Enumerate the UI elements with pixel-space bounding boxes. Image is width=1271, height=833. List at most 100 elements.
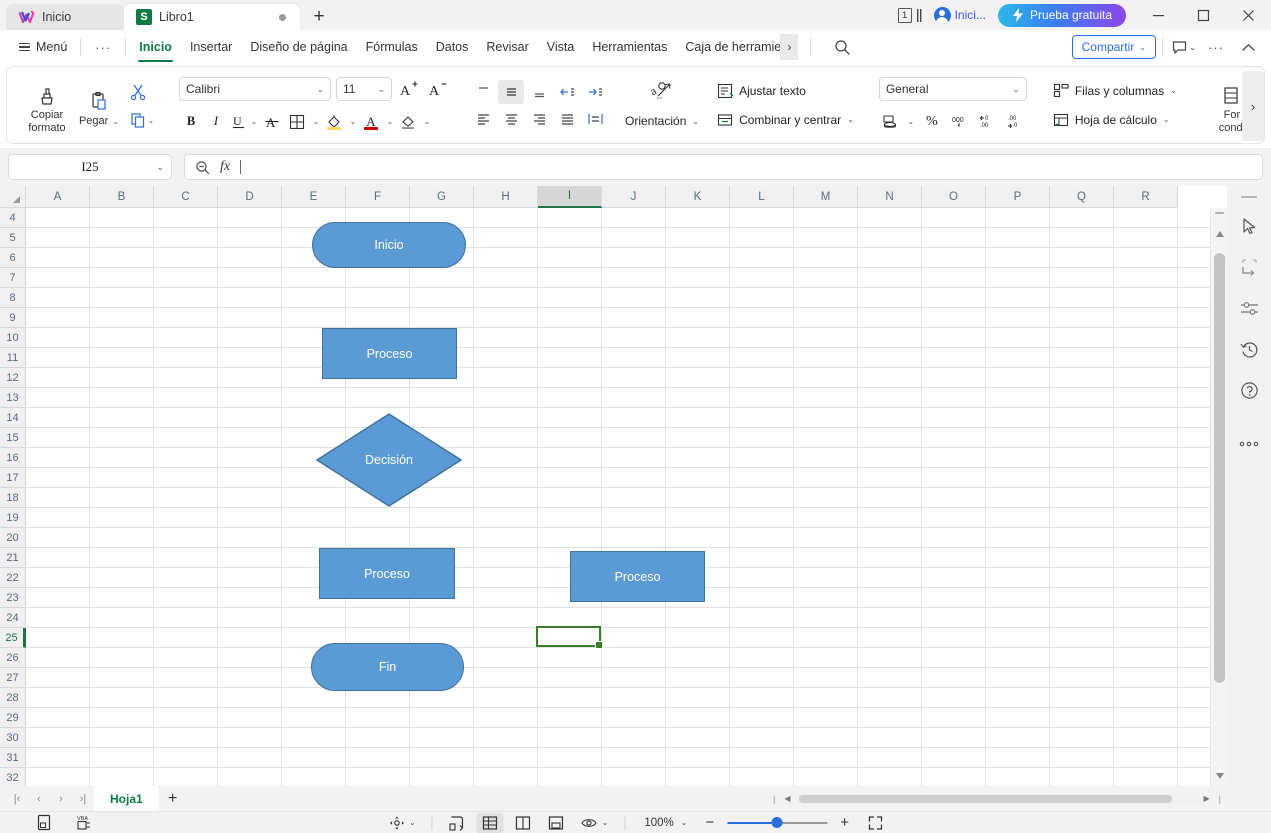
tab-vista[interactable]: Vista xyxy=(538,31,584,63)
increase-decimal-button[interactable]: 0 .00 xyxy=(976,110,1000,133)
font-color-button[interactable]: A xyxy=(359,110,383,133)
row-header-24[interactable]: 24 xyxy=(0,608,26,628)
page-setup-icon[interactable]: ⌄ xyxy=(383,813,421,833)
window-count-button[interactable]: 1 xyxy=(892,0,928,30)
row-header-25[interactable]: 25 xyxy=(0,628,26,648)
freeze-panes-icon[interactable] xyxy=(444,813,471,833)
row-header-12[interactable]: 12 xyxy=(0,368,26,388)
currency-dropdown[interactable]: ⌄ xyxy=(905,110,916,133)
row-header-7[interactable]: 7 xyxy=(0,268,26,288)
account-button[interactable]: Inici... xyxy=(928,0,992,30)
underline-button[interactable]: U xyxy=(229,110,247,133)
row-header-8[interactable]: 8 xyxy=(0,288,26,308)
row-header-19[interactable]: 19 xyxy=(0,508,26,528)
worksheet-button[interactable]: Hoja de cálculo ⌄ xyxy=(1048,108,1182,132)
flowchart-process-2[interactable]: Proceso xyxy=(322,328,457,379)
tab-herramientas[interactable]: Herramientas xyxy=(583,31,676,63)
sheet-tab-hoja1[interactable]: Hoja1 xyxy=(94,786,159,811)
eye-icon[interactable]: ⌄ xyxy=(576,813,614,833)
ribbon-collapse-button[interactable] xyxy=(1233,34,1263,60)
column-header-q[interactable]: Q xyxy=(1050,186,1114,208)
quick-access-overflow-button[interactable]: ··· xyxy=(85,40,121,55)
hscroll-thumb[interactable] xyxy=(798,794,1172,803)
flowchart-terminator-fin[interactable]: Fin xyxy=(311,643,464,691)
align-left-button[interactable] xyxy=(470,107,496,131)
vba-macro-icon[interactable]: VBA xyxy=(75,814,94,831)
window-tab-libro1[interactable]: S Libro1 xyxy=(124,4,300,30)
column-header-p[interactable]: P xyxy=(986,186,1050,208)
zoom-slider-knob[interactable] xyxy=(771,817,783,828)
row-header-18[interactable]: 18 xyxy=(0,488,26,508)
scroll-down-button[interactable] xyxy=(1211,768,1228,784)
justify-button[interactable] xyxy=(554,107,580,131)
ribbon-more-button[interactable]: ··· xyxy=(1201,34,1231,60)
first-sheet-button[interactable]: |‹ xyxy=(6,788,28,810)
minimize-button[interactable] xyxy=(1136,0,1181,30)
row-header-16[interactable]: 16 xyxy=(0,448,26,468)
hscroll-right-edge[interactable]: | xyxy=(1215,794,1225,804)
page-break-view-icon[interactable] xyxy=(510,813,537,833)
clear-format-dropdown[interactable]: ⌄ xyxy=(421,110,432,133)
history-icon[interactable] xyxy=(1227,329,1271,370)
share-button[interactable]: Compartir ⌄ xyxy=(1071,35,1156,59)
zoom-slider[interactable] xyxy=(727,816,828,830)
align-right-button[interactable] xyxy=(526,107,552,131)
tab-insertar[interactable]: Insertar xyxy=(181,31,241,63)
row-header-29[interactable]: 29 xyxy=(0,708,26,728)
select-all-corner[interactable] xyxy=(0,186,26,208)
increase-font-size-button[interactable]: A xyxy=(397,78,421,101)
column-header-d[interactable]: D xyxy=(218,186,282,208)
column-header-j[interactable]: J xyxy=(602,186,666,208)
row-header-21[interactable]: 21 xyxy=(0,548,26,568)
decrease-decimal-button[interactable]: .00 0 xyxy=(1004,110,1028,133)
tab-diseno-de-pagina[interactable]: Diseño de página xyxy=(241,31,356,63)
column-header-o[interactable]: O xyxy=(922,186,986,208)
increase-indent-button[interactable] xyxy=(582,80,608,104)
maximize-button[interactable] xyxy=(1181,0,1226,30)
row-header-14[interactable]: 14 xyxy=(0,408,26,428)
flowchart-process-5[interactable]: Proceso xyxy=(570,551,705,602)
tab-formulas[interactable]: Fórmulas xyxy=(357,31,427,63)
underline-dropdown[interactable]: ⌄ xyxy=(248,110,259,133)
column-header-h[interactable]: H xyxy=(474,186,538,208)
formula-input-wrap[interactable]: fx xyxy=(184,154,1263,180)
row-header-11[interactable]: 11 xyxy=(0,348,26,368)
ribbon-tabs-next-button[interactable]: › xyxy=(780,34,799,60)
reading-view-icon[interactable] xyxy=(543,813,570,833)
align-middle-button[interactable] xyxy=(498,79,524,104)
borders-button[interactable] xyxy=(285,110,309,133)
fill-color-dropdown[interactable]: ⌄ xyxy=(347,110,358,133)
page-layout-icon[interactable] xyxy=(36,814,53,831)
horizontal-scrollbar[interactable]: | ◀ ▶ | xyxy=(769,786,1271,811)
grid-cells[interactable]: Inicio Proceso Decisión Proceso Proceso Fin xyxy=(26,208,1227,786)
vertical-scrollbar[interactable] xyxy=(1210,208,1227,786)
hscroll-left-arrow[interactable]: ◀ xyxy=(779,794,795,803)
last-sheet-button[interactable]: ›| xyxy=(72,788,94,810)
thousands-format-button[interactable]: 000 xyxy=(948,110,972,133)
cut-button[interactable] xyxy=(125,80,151,104)
percent-format-button[interactable]: % xyxy=(920,110,944,133)
wrap-text-button[interactable]: Ajustar texto xyxy=(712,79,859,103)
add-sheet-button[interactable]: + xyxy=(159,786,187,811)
zoom-out-icon[interactable] xyxy=(195,160,210,175)
row-header-10[interactable]: 10 xyxy=(0,328,26,348)
copy-format-button[interactable]: Copiar formato xyxy=(21,76,73,135)
column-header-a[interactable]: A xyxy=(26,186,90,208)
column-header-b[interactable]: B xyxy=(90,186,154,208)
tab-caja-de-herramientas[interactable]: Caja de herramientas xyxy=(676,31,780,63)
align-center-button[interactable] xyxy=(498,107,524,131)
tab-inicio[interactable]: Inicio xyxy=(130,31,181,63)
flowchart-process-4[interactable]: Proceso xyxy=(319,548,455,599)
row-header-22[interactable]: 22 xyxy=(0,568,26,588)
column-header-l[interactable]: L xyxy=(730,186,794,208)
new-tab-button[interactable]: + xyxy=(304,4,334,30)
font-color-dropdown[interactable]: ⌄ xyxy=(384,110,395,133)
zoom-out-button[interactable]: − xyxy=(699,813,722,833)
hscroll-track[interactable] xyxy=(795,793,1199,804)
decrease-indent-button[interactable] xyxy=(554,80,580,104)
column-header-f[interactable]: F xyxy=(346,186,410,208)
clear-format-button[interactable] xyxy=(396,110,420,133)
row-header-9[interactable]: 9 xyxy=(0,308,26,328)
text-wrap-icon[interactable] xyxy=(1227,247,1271,288)
function-icon[interactable]: fx xyxy=(220,159,230,175)
